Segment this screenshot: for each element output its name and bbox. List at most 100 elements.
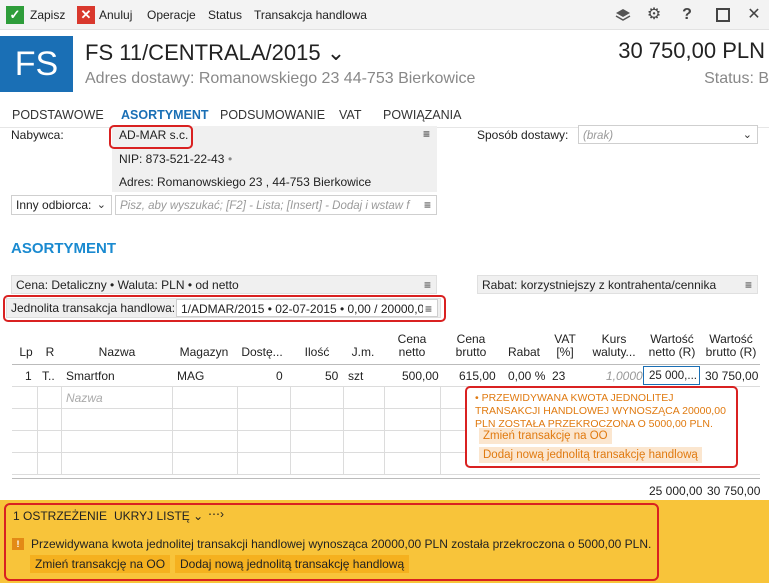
row-line: [12, 430, 465, 431]
col-line: [343, 386, 344, 474]
col-unit[interactable]: J.m.: [344, 346, 382, 359]
col-lp[interactable]: Lp: [12, 346, 40, 359]
trade-transaction-menu[interactable]: Transakcja handlowa: [254, 6, 367, 24]
price-bar[interactable]: Cena: Detaliczny • Waluta: PLN • od nett…: [11, 275, 437, 294]
row-line: [12, 452, 465, 453]
add-transaction-button[interactable]: Dodaj nową jednolitą transakcję handlową: [175, 555, 410, 573]
discount-bar[interactable]: Rabat: korzystniejszy z kontrahenta/cenn…: [477, 275, 758, 294]
maximize-icon[interactable]: [712, 4, 734, 26]
cell-gross-value: 30 750,00: [705, 369, 759, 383]
chevron-down-icon: ⌄: [96, 199, 106, 211]
nip-dot: •: [228, 152, 233, 166]
save-check-icon[interactable]: ✓: [6, 6, 24, 24]
buyer-nip: NIP: 873-521-22-43: [119, 152, 225, 166]
warning-count: 1 OSTRZEŻENIE: [13, 509, 108, 523]
cell-qty[interactable]: 50: [325, 369, 338, 383]
cell-unit[interactable]: szt: [348, 369, 363, 383]
col-vat[interactable]: VAT [%]: [548, 333, 582, 359]
layers-icon[interactable]: [612, 4, 634, 26]
arrow-icon[interactable]: ⋯›: [208, 507, 224, 521]
operations-menu[interactable]: Operacje: [147, 6, 196, 24]
cell-available: 0: [276, 369, 283, 383]
cell-lp: 1: [25, 369, 32, 383]
col-rate[interactable]: Kurs waluty...: [586, 333, 642, 359]
cell-vat[interactable]: 23: [552, 369, 565, 383]
document-status: Status: B: [704, 70, 769, 87]
new-row-placeholder[interactable]: Nazwa: [66, 391, 103, 405]
cell-warehouse[interactable]: MAG: [177, 369, 204, 383]
tab-asortyment[interactable]: ASORTYMENT: [121, 108, 209, 122]
col-qty[interactable]: Ilość: [292, 346, 342, 359]
buyer-label: Nabywca:: [11, 128, 64, 142]
document-type-logo: FS: [0, 36, 73, 92]
other-receiver-label: Inny odbiorca:: [16, 198, 92, 212]
cell-name[interactable]: Smartfon: [66, 369, 115, 383]
help-icon[interactable]: ?: [676, 4, 698, 26]
row-line: [12, 408, 465, 409]
col-line: [440, 386, 441, 474]
cell-rate[interactable]: 1,0000: [606, 369, 643, 383]
cancel-button[interactable]: Anuluj: [99, 6, 132, 24]
jth-highlight: [3, 295, 446, 322]
delivery-select[interactable]: (brak) ⌄: [578, 125, 758, 144]
close-icon[interactable]: ✕: [743, 4, 765, 26]
document-title[interactable]: FS 11/CENTRALA/2015 ⌄: [85, 40, 345, 66]
menu-icon[interactable]: ≡: [745, 276, 752, 294]
col-line: [172, 386, 173, 474]
col-gross-price[interactable]: Cena brutto: [442, 333, 500, 359]
col-line: [290, 386, 291, 474]
change-transaction-button[interactable]: Zmień transakcję na OO: [30, 555, 171, 573]
cell-gross-price[interactable]: 615,00: [459, 369, 496, 383]
tooltip-add-button[interactable]: Dodaj nową jednolitą transakcję handlową: [479, 447, 702, 463]
other-receiver-placeholder: Pisz, aby wyszukać; [F2] - Lista; [Inser…: [120, 200, 410, 212]
tab-powiazania[interactable]: POWIĄZANIA: [383, 108, 461, 122]
cell-discount[interactable]: 0,00 %: [508, 369, 545, 383]
totals-line: [12, 478, 760, 479]
tooltip-message: • PRZEWIDYWANA KWOTA JEDNOLITEJ TRANSAKC…: [475, 392, 726, 430]
gear-icon[interactable]: ⚙: [643, 4, 665, 26]
price-bar-text: Cena: Detaliczny • Waluta: PLN • od nett…: [16, 278, 239, 292]
col-net-price[interactable]: Cena netto: [386, 333, 438, 359]
tab-podsumowanie[interactable]: PODSUMOWANIE: [220, 108, 325, 122]
row-line: [12, 474, 760, 475]
chevron-down-icon: ⌄: [742, 129, 752, 141]
menu-icon[interactable]: ≡: [421, 196, 431, 214]
cell-r: T..: [42, 369, 55, 383]
hide-list-button[interactable]: UKRYJ LISTĘ ⌄: [114, 509, 203, 523]
warning-tooltip: • PRZEWIDYWANA KWOTA JEDNOLITEJ TRANSAKC…: [465, 386, 738, 468]
tooltip-change-button[interactable]: Zmień transakcję na OO: [479, 428, 612, 444]
tab-vat[interactable]: VAT: [339, 108, 361, 122]
document-amount: 30 750,00 PLN: [618, 38, 765, 63]
section-title: ASORTYMENT: [11, 240, 116, 257]
warning-message: Przewidywana kwota jednolitej transakcji…: [31, 537, 652, 551]
save-button[interactable]: Zapisz: [30, 6, 65, 24]
buyer-menu-icon[interactable]: ≡: [423, 127, 430, 141]
delivery-value: (brak): [583, 130, 614, 142]
col-name[interactable]: Nazwa: [62, 346, 172, 359]
cancel-x-icon[interactable]: ✕: [77, 6, 95, 24]
col-gross-value[interactable]: Wartość brutto (R): [702, 333, 760, 359]
col-warehouse[interactable]: Magazyn: [174, 346, 234, 359]
tab-podstawowe[interactable]: PODSTAWOWE: [12, 108, 104, 122]
delivery-address: Adres dostawy: Romanowskiego 23 44-753 B…: [85, 70, 476, 87]
cell-net-price[interactable]: 500,00: [402, 369, 439, 383]
status-menu[interactable]: Status: [208, 6, 242, 24]
toolbar: ✓ Zapisz ✕ Anuluj Operacje Status Transa…: [0, 0, 769, 30]
buyer-address: Adres: Romanowskiego 23 , 44-753 Bierkow…: [119, 175, 372, 189]
warning-icon: !: [12, 538, 24, 550]
total-gross: 30 750,00: [707, 484, 761, 498]
col-r[interactable]: R: [40, 346, 60, 359]
other-receiver-input[interactable]: Pisz, aby wyszukać; [F2] - Lista; [Inser…: [115, 195, 437, 215]
col-net-value[interactable]: Wartość netto (R): [644, 333, 700, 359]
col-line: [37, 386, 38, 474]
col-available[interactable]: Dostę...: [236, 346, 288, 359]
total-net: 25 000,00: [649, 484, 703, 498]
col-line: [384, 386, 385, 474]
cell-net-value[interactable]: 25 000,...: [643, 366, 700, 385]
col-line: [61, 386, 62, 474]
header-line: [12, 364, 760, 365]
col-discount[interactable]: Rabat: [502, 346, 546, 359]
menu-icon[interactable]: ≡: [424, 276, 431, 294]
other-receiver-select[interactable]: Inny odbiorca: ⌄: [11, 195, 112, 215]
col-line: [237, 386, 238, 474]
